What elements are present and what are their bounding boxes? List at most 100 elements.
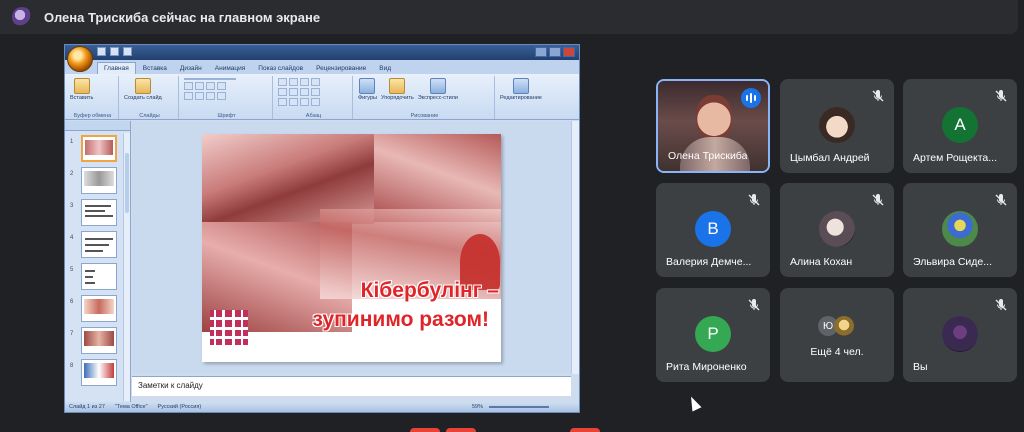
slide-title-line2: зупинимо разом! — [312, 308, 489, 331]
font-name-field[interactable] — [184, 78, 236, 80]
new-slide-icon — [134, 78, 151, 94]
participant-name: Эльвира Сиде... — [913, 256, 993, 268]
participant-tile[interactable]: А Артем Рощекта... — [903, 79, 1017, 173]
theme-name: "Тема Office" — [114, 404, 148, 410]
thumb-number: 5 — [70, 267, 74, 273]
presenting-banner-text: Олена Трискиба сейчас на главном экране — [44, 9, 321, 25]
quick-styles-button[interactable]: Экспресс-стили — [418, 78, 458, 108]
shapes-button[interactable]: Фигуры — [358, 78, 377, 108]
participant-tile[interactable]: Цымбал Андрей — [780, 79, 894, 173]
group-paragraph: Абзац — [275, 76, 353, 119]
current-slide[interactable]: Кібербулінг – зупинимо разом! — [202, 134, 501, 362]
slide-notes[interactable]: Заметки к слайду — [132, 376, 571, 396]
avatar — [942, 316, 978, 352]
slides-panel-tabs[interactable] — [65, 121, 130, 131]
mic-off-icon — [872, 194, 884, 206]
language: Русский (Россия) — [157, 404, 202, 410]
shared-screen: Главная Вставка Дизайн Анимация Показ сл… — [64, 44, 580, 413]
shapes-icon — [359, 78, 376, 94]
avatar: В — [695, 211, 731, 247]
participant-name: Артем Рощекта... — [913, 152, 998, 164]
arrange-icon — [389, 78, 406, 94]
new-slide-button[interactable]: Создать слайд — [124, 78, 162, 108]
participant-name: Рита Мироненко — [666, 361, 747, 373]
slide-counter: Слайд 1 из 27 — [69, 404, 105, 410]
mic-off-icon — [748, 194, 760, 206]
group-clipboard: Вставить Буфер обмена — [67, 76, 119, 119]
slide-thumbnail-3[interactable] — [81, 199, 117, 226]
minimize-icon[interactable] — [535, 47, 547, 57]
participant-name: Валерия Демче... — [666, 256, 752, 268]
participant-tile[interactable]: В Валерия Демче... — [656, 183, 770, 277]
avatar — [819, 107, 855, 143]
thumb-number: 3 — [70, 203, 74, 209]
slide-thumbnail-7[interactable] — [81, 327, 117, 354]
group-label-clipboard: Буфер обмена — [73, 113, 112, 119]
thumb-number: 4 — [70, 235, 74, 241]
slide-notes-placeholder: Заметки к слайду — [138, 381, 203, 390]
more-participants-tile[interactable]: Ю Ещё 4 чел. — [780, 288, 894, 382]
office-button-icon[interactable] — [67, 46, 93, 72]
maximize-icon[interactable] — [549, 47, 561, 57]
slide-thumbnail-2[interactable] — [81, 167, 117, 194]
participant-tile[interactable]: Эльвира Сиде... — [903, 183, 1017, 277]
slide-thumbnail-1[interactable] — [81, 135, 117, 162]
avatar: Р — [695, 316, 731, 352]
participant-name: Алина Кохан — [790, 256, 853, 268]
slide-editor-scrollbar[interactable] — [571, 121, 579, 374]
slide-thumbnail-4[interactable] — [81, 231, 117, 258]
tab-view[interactable]: Вид — [373, 63, 397, 74]
tab-animation[interactable]: Анимация — [209, 63, 252, 74]
arrange-button[interactable]: Упорядочить — [381, 78, 414, 108]
tab-review[interactable]: Рецензирование — [310, 63, 372, 74]
window-controls — [535, 47, 575, 57]
editing-button[interactable]: Редактирование — [500, 78, 542, 108]
participant-tile[interactable]: Р Рита Мироненко — [656, 288, 770, 382]
control-bar-edge — [446, 428, 476, 432]
tab-design[interactable]: Дизайн — [174, 63, 208, 74]
save-icon[interactable] — [97, 47, 106, 56]
slide-thumbnail-8[interactable] — [81, 359, 117, 386]
thumb-number: 7 — [70, 331, 74, 337]
tab-slideshow[interactable]: Показ слайдов — [252, 63, 309, 74]
tab-insert[interactable]: Вставка — [137, 63, 173, 74]
thumb-number: 6 — [70, 299, 74, 305]
mouse-cursor-icon — [686, 394, 702, 412]
ribbon: Вставить Буфер обмена Создать слайд Слай… — [65, 74, 579, 120]
paste-button[interactable]: Вставить — [70, 78, 93, 108]
zoom-slider[interactable] — [489, 406, 549, 408]
thumb-number: 1 — [70, 139, 74, 145]
participant-tile[interactable]: Алина Кохан — [780, 183, 894, 277]
thumb-number: 2 — [70, 171, 74, 177]
font-format-buttons — [184, 82, 269, 110]
slide-thumbnail-5[interactable] — [81, 263, 117, 290]
slides-panel: 1 2 3 4 5 6 7 8 — [65, 121, 131, 403]
slides-panel-scrollbar[interactable] — [123, 133, 130, 401]
close-icon[interactable] — [563, 47, 575, 57]
qr-code — [210, 310, 248, 348]
paste-icon — [73, 78, 90, 94]
more-participants-avatars: Ю — [818, 316, 858, 338]
group-font: Шрифт — [181, 76, 273, 119]
thumb-number: 8 — [70, 363, 74, 369]
slide-thumbnail-6[interactable] — [81, 295, 117, 322]
group-drawing: Фигуры Упорядочить Экспресс-стили Рисова… — [355, 76, 495, 119]
group-label-drawing: Рисование — [410, 113, 439, 119]
slide-editor: Кібербулінг – зупинимо разом! — [132, 121, 571, 374]
group-label-slides: Слайды — [139, 113, 160, 119]
redo-icon[interactable] — [123, 47, 132, 56]
mic-off-icon — [872, 90, 884, 102]
speaking-indicator-icon — [741, 88, 761, 108]
find-icon — [512, 78, 529, 94]
pp-workspace: 1 2 3 4 5 6 7 8 Кібербулінг – зупинимо р… — [65, 121, 579, 403]
undo-icon[interactable] — [110, 47, 119, 56]
mic-off-icon — [995, 90, 1007, 102]
avatar — [819, 211, 855, 247]
quick-styles-icon — [429, 78, 446, 94]
participant-tile-presenter[interactable]: Олена Трискиба — [656, 79, 770, 173]
tab-home[interactable]: Главная — [97, 62, 136, 74]
avatar — [834, 316, 854, 336]
paragraph-buttons — [278, 78, 320, 108]
ribbon-tabs: Главная Вставка Дизайн Анимация Показ сл… — [65, 60, 579, 74]
participant-tile-self[interactable]: Вы — [903, 288, 1017, 382]
